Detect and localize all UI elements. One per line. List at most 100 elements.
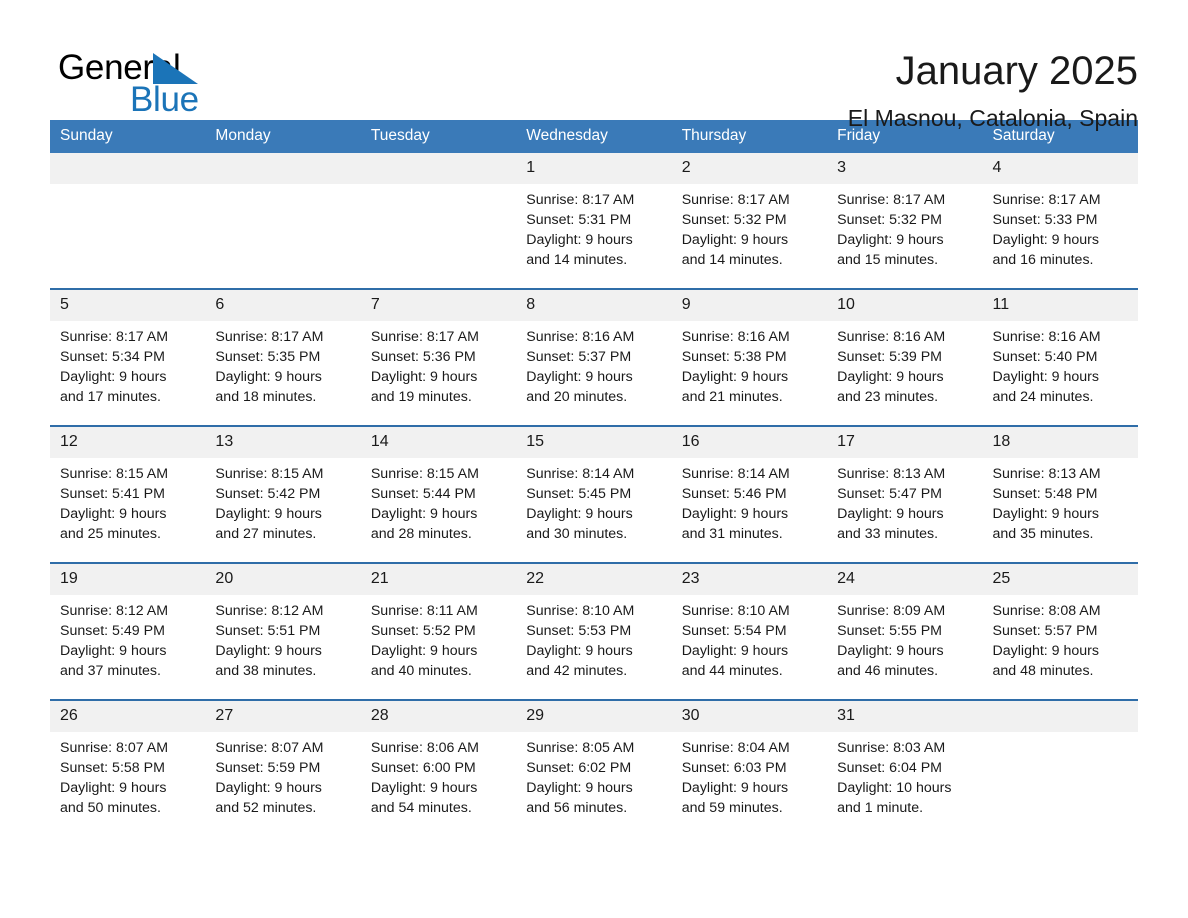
calendar-day-cell[interactable]: 31 Sunrise: 8:03 AM Sunset: 6:04 PM Dayligh… [827,699,983,836]
day-number: 19 [50,564,206,595]
calendar-page: General Blue January 2025 El Masnou, Cat… [0,0,1188,918]
daylight-text-line2: and 38 minutes. [215,663,317,679]
calendar-day-cell[interactable]: 27 Sunrise: 8:07 AM Sunset: 5:59 PM Dayligh… [205,699,361,836]
sunrise-text: Sunrise: 8:17 AM [526,192,635,208]
sunset-text: Sunset: 5:31 PM [526,212,632,228]
sunrise-text: Sunrise: 8:17 AM [681,192,790,208]
calendar-day-cell[interactable]: 29 Sunrise: 8:05 AM Sunset: 6:02 PM Dayligh… [516,699,672,836]
sunrise-text: Sunrise: 8:14 AM [681,466,790,482]
sunrise-text: Sunrise: 8:17 AM [60,329,169,345]
daylight-text-line1: Daylight: 9 hours [681,643,789,659]
daylight-text-line1: Daylight: 9 hours [837,643,944,659]
calendar-day-cell[interactable]: 15 Sunrise: 8:14 AM Sunset: 5:45 PM Dayligh… [516,425,672,563]
day-number: 31 [827,701,983,732]
general-blue-logo[interactable]: General Blue [50,44,310,120]
sunrise-text: Sunrise: 8:16 AM [526,329,635,345]
calendar-day-cell-empty [360,153,517,289]
calendar-day-cell[interactable]: 28 Sunrise: 8:06 AM Sunset: 6:00 PM Dayligh… [360,699,517,836]
calendar-day-cell[interactable]: 23 Sunrise: 8:10 AM Sunset: 5:54 PM Dayligh… [671,562,828,700]
sunset-text: Sunset: 5:58 PM [60,760,165,776]
day-number: 14 [360,427,517,458]
sunset-text: Sunset: 5:33 PM [992,212,1098,228]
daylight-text-line1: Daylight: 9 hours [526,506,633,522]
sunrise-text: Sunrise: 8:12 AM [60,603,169,619]
daylight-text-line2: and 28 minutes. [370,526,472,542]
daylight-text-line1: Daylight: 9 hours [681,780,789,796]
sunset-text: Sunset: 5:59 PM [215,760,321,776]
daylight-text-line2: and 54 minutes. [370,800,472,816]
daylight-text-line2: and 52 minutes. [215,800,317,816]
daylight-text-line2: and 24 minutes. [992,389,1094,405]
sunrise-text: Sunrise: 8:17 AM [370,329,479,345]
day-sun-info: Sunrise: 8:11 AM Sunset: 5:52 PM Daylight:… [361,595,516,681]
calendar-day-cell[interactable]: 19 Sunrise: 8:12 AM Sunset: 5:49 PM Dayligh… [50,562,206,700]
day-number: 30 [671,701,828,732]
day-number: 3 [827,153,983,184]
calendar-day-cell[interactable]: 30 Sunrise: 8:04 AM Sunset: 6:03 PM Dayligh… [671,699,828,836]
sunrise-text: Sunrise: 8:15 AM [370,466,479,482]
calendar-day-cell[interactable]: 8 Sunrise: 8:16 AM Sunset: 5:37 PM Daylight… [516,288,672,426]
daylight-text-line1: Daylight: 9 hours [526,780,633,796]
daylight-text-line1: Daylight: 9 hours [837,369,944,385]
calendar-day-cell[interactable]: 11 Sunrise: 8:16 AM Sunset: 5:40 PM Dayligh… [982,288,1138,426]
daylight-text-line2: and 59 minutes. [681,800,783,816]
sunrise-text: Sunrise: 8:03 AM [837,740,946,756]
day-number: 10 [827,290,983,321]
calendar-day-cell[interactable]: 22 Sunrise: 8:10 AM Sunset: 5:53 PM Dayligh… [516,562,672,700]
sunset-text: Sunset: 5:48 PM [992,486,1098,502]
sunset-text: Sunset: 5:38 PM [681,349,787,365]
calendar-day-cell[interactable]: 17 Sunrise: 8:13 AM Sunset: 5:47 PM Dayligh… [827,425,983,563]
day-sun-info: Sunrise: 8:16 AM Sunset: 5:37 PM Daylight:… [516,321,671,407]
calendar-day-cell[interactable]: 10 Sunrise: 8:16 AM Sunset: 5:39 PM Dayligh… [827,288,983,426]
sunset-text: Sunset: 6:02 PM [526,760,632,776]
day-sun-info: Sunrise: 8:08 AM Sunset: 5:57 PM Daylight:… [983,595,1138,681]
calendar-day-cell[interactable]: 12 Sunrise: 8:15 AM Sunset: 5:41 PM Dayligh… [50,425,206,563]
calendar-day-cell[interactable]: 24 Sunrise: 8:09 AM Sunset: 5:55 PM Dayligh… [827,562,983,700]
day-number: 8 [516,290,672,321]
calendar-day-cell[interactable]: 9 Sunrise: 8:16 AM Sunset: 5:38 PM Daylight… [671,288,828,426]
sunrise-text: Sunrise: 8:11 AM [370,603,478,619]
calendar-day-cell[interactable]: 20 Sunrise: 8:12 AM Sunset: 5:51 PM Dayligh… [205,562,361,700]
daylight-text-line2: and 21 minutes. [681,389,783,405]
sunrise-sunset-calendar: Sunday Monday Tuesday Wednesday Thursday… [50,120,1138,836]
calendar-day-cell[interactable]: 26 Sunrise: 8:07 AM Sunset: 5:58 PM Dayligh… [50,699,206,836]
calendar-day-cell[interactable]: 6 Sunrise: 8:17 AM Sunset: 5:35 PM Daylight… [205,288,361,426]
calendar-day-cell[interactable]: 21 Sunrise: 8:11 AM Sunset: 5:52 PM Dayligh… [360,562,517,700]
day-sun-info: Sunrise: 8:16 AM Sunset: 5:38 PM Daylight:… [672,321,827,407]
day-number: 4 [982,153,1138,184]
day-sun-info: Sunrise: 8:12 AM Sunset: 5:51 PM Daylight:… [205,595,360,681]
sunset-text: Sunset: 5:39 PM [837,349,942,365]
day-number: 20 [205,564,361,595]
daylight-text-line1: Daylight: 9 hours [60,369,167,385]
day-sun-info: Sunrise: 8:03 AM Sunset: 6:04 PM Daylight:… [827,732,982,818]
sunset-text: Sunset: 5:32 PM [681,212,787,228]
daylight-text-line1: Daylight: 9 hours [215,643,322,659]
calendar-day-cell[interactable]: 7 Sunrise: 8:17 AM Sunset: 5:36 PM Daylight… [360,288,517,426]
day-sun-info: Sunrise: 8:13 AM Sunset: 5:48 PM Daylight:… [983,458,1138,544]
calendar-day-cell[interactable]: 5 Sunrise: 8:17 AM Sunset: 5:34 PM Daylight… [50,288,206,426]
calendar-day-cell[interactable]: 13 Sunrise: 8:15 AM Sunset: 5:42 PM Dayligh… [205,425,361,563]
calendar-day-cell[interactable]: 18 Sunrise: 8:13 AM Sunset: 5:48 PM Dayligh… [982,425,1138,563]
daylight-text-line2: and 35 minutes. [992,526,1094,542]
calendar-day-cell[interactable]: 1 Sunrise: 8:17 AM Sunset: 5:31 PM Daylight… [516,153,672,289]
sunrise-text: Sunrise: 8:17 AM [215,329,324,345]
calendar-day-cell[interactable]: 2 Sunrise: 8:17 AM Sunset: 5:32 PM Daylight… [671,153,828,289]
day-number: 1 [516,153,672,184]
calendar-day-cell[interactable]: 16 Sunrise: 8:14 AM Sunset: 5:46 PM Dayligh… [671,425,828,563]
sunrise-text: Sunrise: 8:04 AM [681,740,790,756]
day-sun-info: Sunrise: 8:06 AM Sunset: 6:00 PM Daylight:… [361,732,516,818]
sunrise-text: Sunrise: 8:10 AM [526,603,635,619]
sunset-text: Sunset: 5:42 PM [215,486,321,502]
sunrise-text: Sunrise: 8:16 AM [992,329,1101,345]
daylight-text-line1: Daylight: 9 hours [60,780,167,796]
calendar-week-row: 1 Sunrise: 8:17 AM Sunset: 5:31 PM Daylight… [50,153,1138,289]
calendar-day-cell[interactable]: 3 Sunrise: 8:17 AM Sunset: 5:32 PM Daylight… [827,153,983,289]
day-number: 17 [827,427,983,458]
day-number: 27 [205,701,361,732]
daylight-text-line2: and 31 minutes. [681,526,783,542]
calendar-day-cell[interactable]: 4 Sunrise: 8:17 AM Sunset: 5:33 PM Daylight… [982,153,1138,289]
calendar-day-cell[interactable]: 14 Sunrise: 8:15 AM Sunset: 5:44 PM Dayligh… [360,425,517,563]
calendar-day-cell[interactable]: 25 Sunrise: 8:08 AM Sunset: 5:57 PM Dayligh… [982,562,1138,700]
daylight-text-line1: Daylight: 9 hours [526,369,633,385]
daylight-text-line2: and 44 minutes. [681,663,783,679]
